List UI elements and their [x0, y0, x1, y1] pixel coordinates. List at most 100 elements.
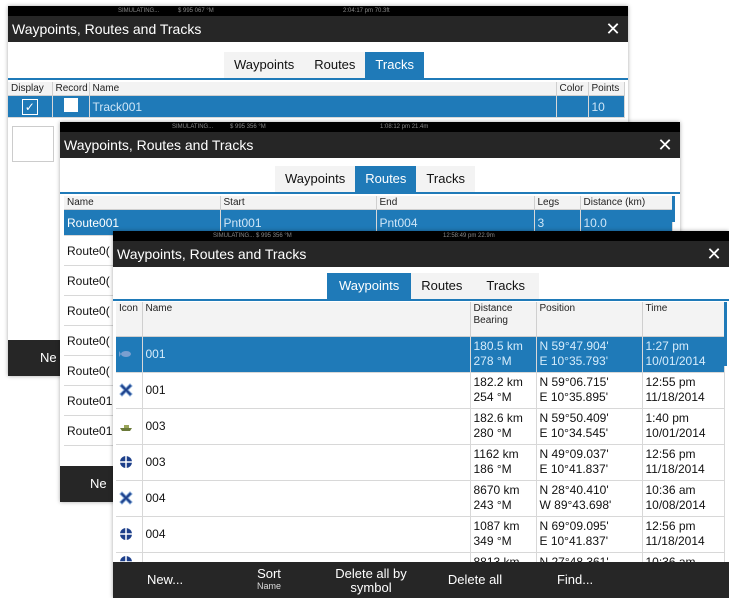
column-header-name[interactable]: Name — [89, 82, 557, 96]
waypoint-position: N 59°50.409' E 10°34.545' — [536, 408, 643, 445]
waypoints-window: SIMULATING... $ 995 356 °M 12:58:49 pm 2… — [113, 231, 729, 598]
column-header-display[interactable]: Display — [8, 82, 53, 96]
new-button[interactable]: Ne — [40, 340, 57, 376]
column-header-name[interactable]: Name — [64, 196, 221, 210]
waypoints-rows: 001 180.5 km 278 °M N 59°47.904' E 10°35.793… — [116, 336, 725, 573]
waypoint-name: 003 — [142, 408, 471, 445]
column-header-distance[interactable]: Distance (km) — [580, 196, 673, 210]
tab-waypoints[interactable]: Waypoints — [327, 273, 412, 299]
find-button[interactable]: Find... — [545, 562, 605, 598]
tab-waypoints[interactable]: Waypoints — [275, 166, 356, 192]
table-row[interactable]: 001 180.5 km 278 °M N 59°47.904' E 10°35.793… — [116, 336, 725, 373]
column-header-points[interactable]: Points — [588, 82, 625, 96]
column-header-legs[interactable]: Legs — [534, 196, 581, 210]
waypoint-time: 12:56 pm 11/18/2014 — [642, 516, 725, 553]
waypoint-position: N 69°09.095' E 10°41.837' — [536, 516, 643, 553]
diamond-icon — [119, 455, 133, 469]
waypoint-time: 1:27 pm 10/01/2014 — [642, 336, 725, 373]
tab-tracks[interactable]: Tracks — [472, 273, 539, 299]
column-header-name[interactable]: Name — [142, 302, 471, 337]
cross-icon — [119, 383, 133, 398]
column-header-time[interactable]: Time — [642, 302, 725, 337]
track-name: Track001 — [89, 95, 557, 118]
waypoint-name: 001 — [142, 336, 471, 373]
delete-all-by-symbol-button[interactable]: Delete all by symbol — [321, 562, 421, 598]
column-header-icon[interactable]: Icon — [116, 302, 143, 337]
waypoint-distance-bearing: 180.5 km 278 °M — [470, 336, 537, 373]
waypoint-distance-bearing: 1162 km 186 °M — [470, 444, 537, 481]
close-icon[interactable]: ✕ — [656, 136, 674, 154]
new-button[interactable]: Ne — [90, 466, 107, 502]
display-checkbox[interactable]: ✓ — [8, 95, 53, 118]
waypoint-position: N 49°09.037' E 10°41.837' — [536, 444, 643, 481]
column-header-start[interactable]: Start — [220, 196, 377, 210]
new-button[interactable]: New... — [135, 562, 195, 598]
waypoint-time: 12:56 pm 11/18/2014 — [642, 444, 725, 481]
window-title: Waypoints, Routes and Tracks ✕ — [113, 241, 729, 267]
waypoint-position: N 28°40.410' W 89°43.698' — [536, 480, 643, 517]
tab-waypoints[interactable]: Waypoints — [224, 52, 305, 78]
tab-routes[interactable]: Routes — [355, 166, 417, 192]
waypoint-icon-cell — [116, 444, 143, 481]
table-row[interactable]: 003 1162 km 186 °M N 49°09.037' E 10°41.837'… — [116, 444, 725, 481]
status-bar: SIMULATING... $ 995 356 °M 1:08:12 pm 21… — [60, 122, 680, 132]
waypoint-time: 12:55 pm 11/18/2014 — [642, 372, 725, 409]
tracks-table: Display Record Name Color Points ✓ Track… — [8, 82, 625, 118]
column-header-end[interactable]: End — [376, 196, 535, 210]
waypoint-distance-bearing: 8670 km 243 °M — [470, 480, 537, 517]
waypoint-icon-cell — [116, 336, 143, 373]
table-row[interactable]: ✓ Track001 10 — [8, 95, 625, 118]
waypoint-name: 004 — [142, 480, 471, 517]
tab-tracks[interactable]: Tracks — [416, 166, 475, 192]
column-header-position[interactable]: Position — [536, 302, 643, 337]
tab-underline — [8, 78, 628, 80]
tab-underline — [60, 192, 680, 194]
waypoint-time: 10:36 am 10/08/2014 — [642, 480, 725, 517]
waypoint-name: 001 — [142, 372, 471, 409]
column-header-record[interactable]: Record — [52, 82, 90, 96]
column-header-distance-bearing[interactable]: Distance Bearing — [470, 302, 537, 337]
window-title: Waypoints, Routes and Tracks ✕ — [8, 16, 628, 42]
waypoint-position: N 59°06.715' E 10°35.895' — [536, 372, 643, 409]
track-points: 10 — [588, 95, 625, 118]
tab-bar: Waypoints Routes Tracks — [275, 166, 475, 192]
sort-button[interactable]: Sort Name — [239, 562, 299, 598]
table-row[interactable]: 003 182.6 km 280 °M N 59°50.409' E 10°34.545… — [116, 408, 725, 445]
table-row[interactable]: 001 182.2 km 254 °M N 59°06.715' E 10°35.895… — [116, 372, 725, 409]
tab-routes[interactable]: Routes — [411, 273, 473, 299]
tab-underline — [113, 299, 729, 301]
waypoint-icon-cell — [116, 408, 143, 445]
waypoint-distance-bearing: 182.6 km 280 °M — [470, 408, 537, 445]
tab-bar: Waypoints Routes Tracks — [224, 52, 424, 78]
waypoint-icon-cell — [116, 480, 143, 517]
boat-icon — [119, 419, 133, 433]
status-bar: SIMULATING... $ 995 356 °M 12:58:49 pm 2… — [113, 231, 729, 241]
scrollbar[interactable] — [672, 196, 675, 222]
tab-bar: Waypoints Routes Tracks — [327, 273, 539, 299]
waypoint-distance-bearing: 182.2 km 254 °M — [470, 372, 537, 409]
tab-routes[interactable]: Routes — [304, 52, 366, 78]
column-header-color[interactable]: Color — [556, 82, 589, 96]
status-bar: SIMULATING... $ 995 067 °M 2:04:17 pm 70… — [8, 6, 628, 16]
scrollbar[interactable] — [724, 302, 727, 366]
cross-icon — [119, 491, 133, 506]
waypoint-icon-cell — [116, 372, 143, 409]
diamond-icon — [119, 527, 133, 541]
record-checkbox[interactable] — [52, 95, 90, 118]
fish-icon — [119, 347, 133, 361]
tab-tracks[interactable]: Tracks — [365, 52, 424, 78]
close-icon[interactable]: ✕ — [705, 245, 723, 263]
window-title: Waypoints, Routes and Tracks ✕ — [60, 132, 680, 158]
waypoints-table: Icon Name Distance Bearing Position Time… — [116, 302, 725, 573]
waypoint-name: 003 — [142, 444, 471, 481]
row-cell — [12, 126, 54, 162]
waypoint-name: 004 — [142, 516, 471, 553]
waypoint-icon-cell — [116, 516, 143, 553]
waypoint-distance-bearing: 1087 km 349 °M — [470, 516, 537, 553]
waypoint-time: 1:40 pm 10/01/2014 — [642, 408, 725, 445]
table-row[interactable]: 004 8670 km 243 °M N 28°40.410' W 89°43.698'… — [116, 480, 725, 517]
track-color — [556, 95, 589, 118]
table-row[interactable]: 004 1087 km 349 °M N 69°09.095' E 10°41.837'… — [116, 516, 725, 553]
delete-all-button[interactable]: Delete all — [435, 562, 515, 598]
close-icon[interactable]: ✕ — [604, 20, 622, 38]
